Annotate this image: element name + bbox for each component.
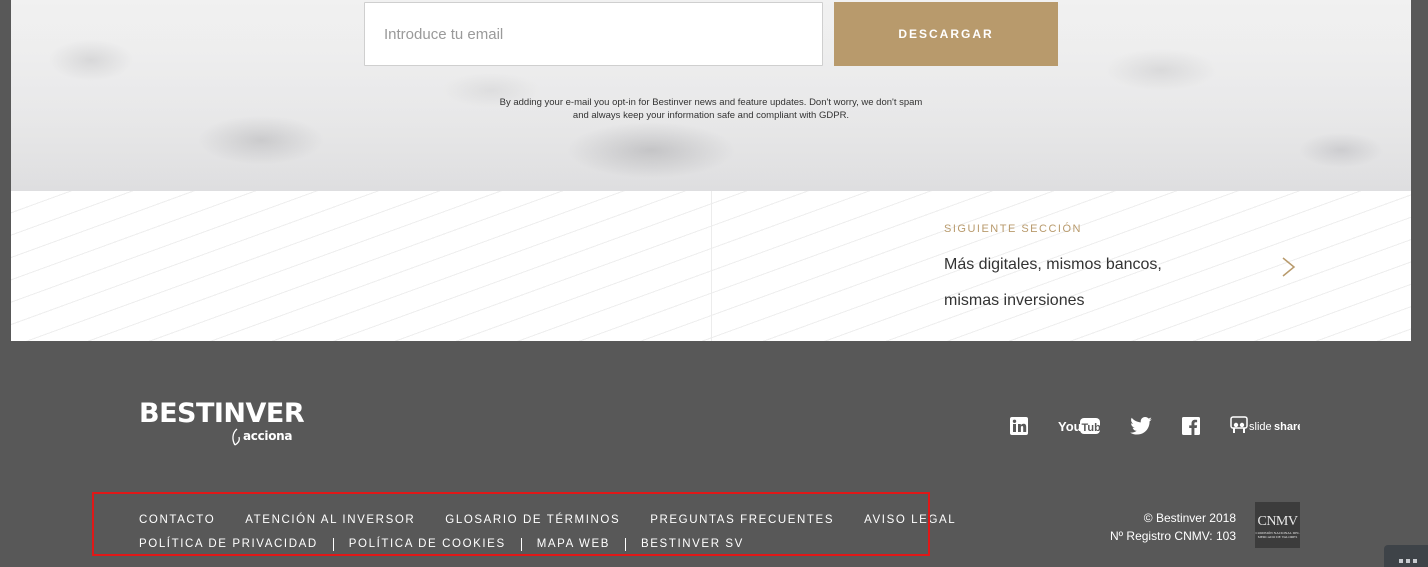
footer-links-row-1: CONTACTO ATENCIÓN AL INVERSOR GLOSARIO D… <box>139 508 955 532</box>
footer-nav: CONTACTO ATENCIÓN AL INVERSOR GLOSARIO D… <box>139 508 955 556</box>
dot-icon <box>1406 559 1410 563</box>
separator <box>520 537 522 551</box>
youtube-icon[interactable]: You Tube <box>1058 415 1100 437</box>
footer-link-contacto[interactable]: CONTACTO <box>139 514 215 526</box>
copyright-block: © Bestinver 2018 Nº Registro CNMV: 103 <box>1060 509 1236 545</box>
linkedin-icon[interactable] <box>1010 415 1028 437</box>
facebook-icon[interactable] <box>1182 415 1200 437</box>
email-input[interactable] <box>364 2 823 66</box>
dot-icon <box>1413 559 1417 563</box>
next-section-title[interactable]: Más digitales, mismos bancos, mismas inv… <box>944 247 1204 319</box>
next-section-kicker: SIGUIENTE SECCIÓN <box>944 223 1082 235</box>
copyright-text: © Bestinver 2018 <box>1143 511 1236 525</box>
divider <box>711 191 712 341</box>
chat-widget-tab[interactable] <box>1384 545 1428 567</box>
acciona-leaf-icon <box>232 428 240 446</box>
footer-link-aviso-legal[interactable]: AVISO LEGAL <box>864 514 956 526</box>
svg-text:share: share <box>1274 421 1300 433</box>
slideshare-icon[interactable]: slide share <box>1230 415 1300 437</box>
cnmv-abbr: CNMV <box>1257 514 1298 529</box>
cnmv-logo[interactable]: CNMV COMISIÓN NACIONAL DEL MERCADO DE VA… <box>1255 502 1300 548</box>
svg-text:You: You <box>1058 419 1082 434</box>
footer-link-politica-privacidad[interactable]: POLÍTICA DE PRIVACIDAD <box>139 538 318 550</box>
gdpr-line-1: By adding your e-mail you opt-in for Bes… <box>499 97 923 108</box>
gdpr-notice: By adding your e-mail you opt-in for Bes… <box>460 96 962 122</box>
footer-link-politica-cookies[interactable]: POLÍTICA DE COOKIES <box>349 538 506 550</box>
twitter-icon[interactable] <box>1130 415 1152 437</box>
bestinver-logo[interactable]: BESTINVER acciona <box>139 398 305 454</box>
chevron-right-icon[interactable] <box>1280 255 1298 279</box>
logo-acciona: acciona <box>243 429 293 443</box>
next-section-band: SIGUIENTE SECCIÓN Más digitales, mismos … <box>11 191 1411 341</box>
separator <box>332 537 334 551</box>
svg-text:Tube: Tube <box>1082 422 1101 434</box>
registry-text: Nº Registro CNMV: 103 <box>1110 529 1236 543</box>
svg-text:slide: slide <box>1249 421 1272 433</box>
footer-link-glosario[interactable]: GLOSARIO DE TÉRMINOS <box>445 514 620 526</box>
separator <box>625 537 627 551</box>
footer-link-bestinver-sv[interactable]: BESTINVER SV <box>641 538 744 550</box>
download-button[interactable]: DESCARGAR <box>834 2 1058 66</box>
cnmv-full-name: COMISIÓN NACIONAL DEL MERCADO DE VALORES <box>1255 531 1300 539</box>
gdpr-line-2: and always keep your information safe an… <box>572 110 850 121</box>
footer-links-row-2: POLÍTICA DE PRIVACIDAD POLÍTICA DE COOKI… <box>139 532 929 556</box>
footer-link-mapa-web[interactable]: MAPA WEB <box>537 538 610 550</box>
footer-link-preguntas-frecuentes[interactable]: PREGUNTAS FRECUENTES <box>650 514 834 526</box>
dot-icon <box>1399 559 1403 563</box>
footer-link-atencion-inversor[interactable]: ATENCIÓN AL INVERSOR <box>245 514 415 526</box>
logo-brand: BESTINVER <box>139 398 305 429</box>
